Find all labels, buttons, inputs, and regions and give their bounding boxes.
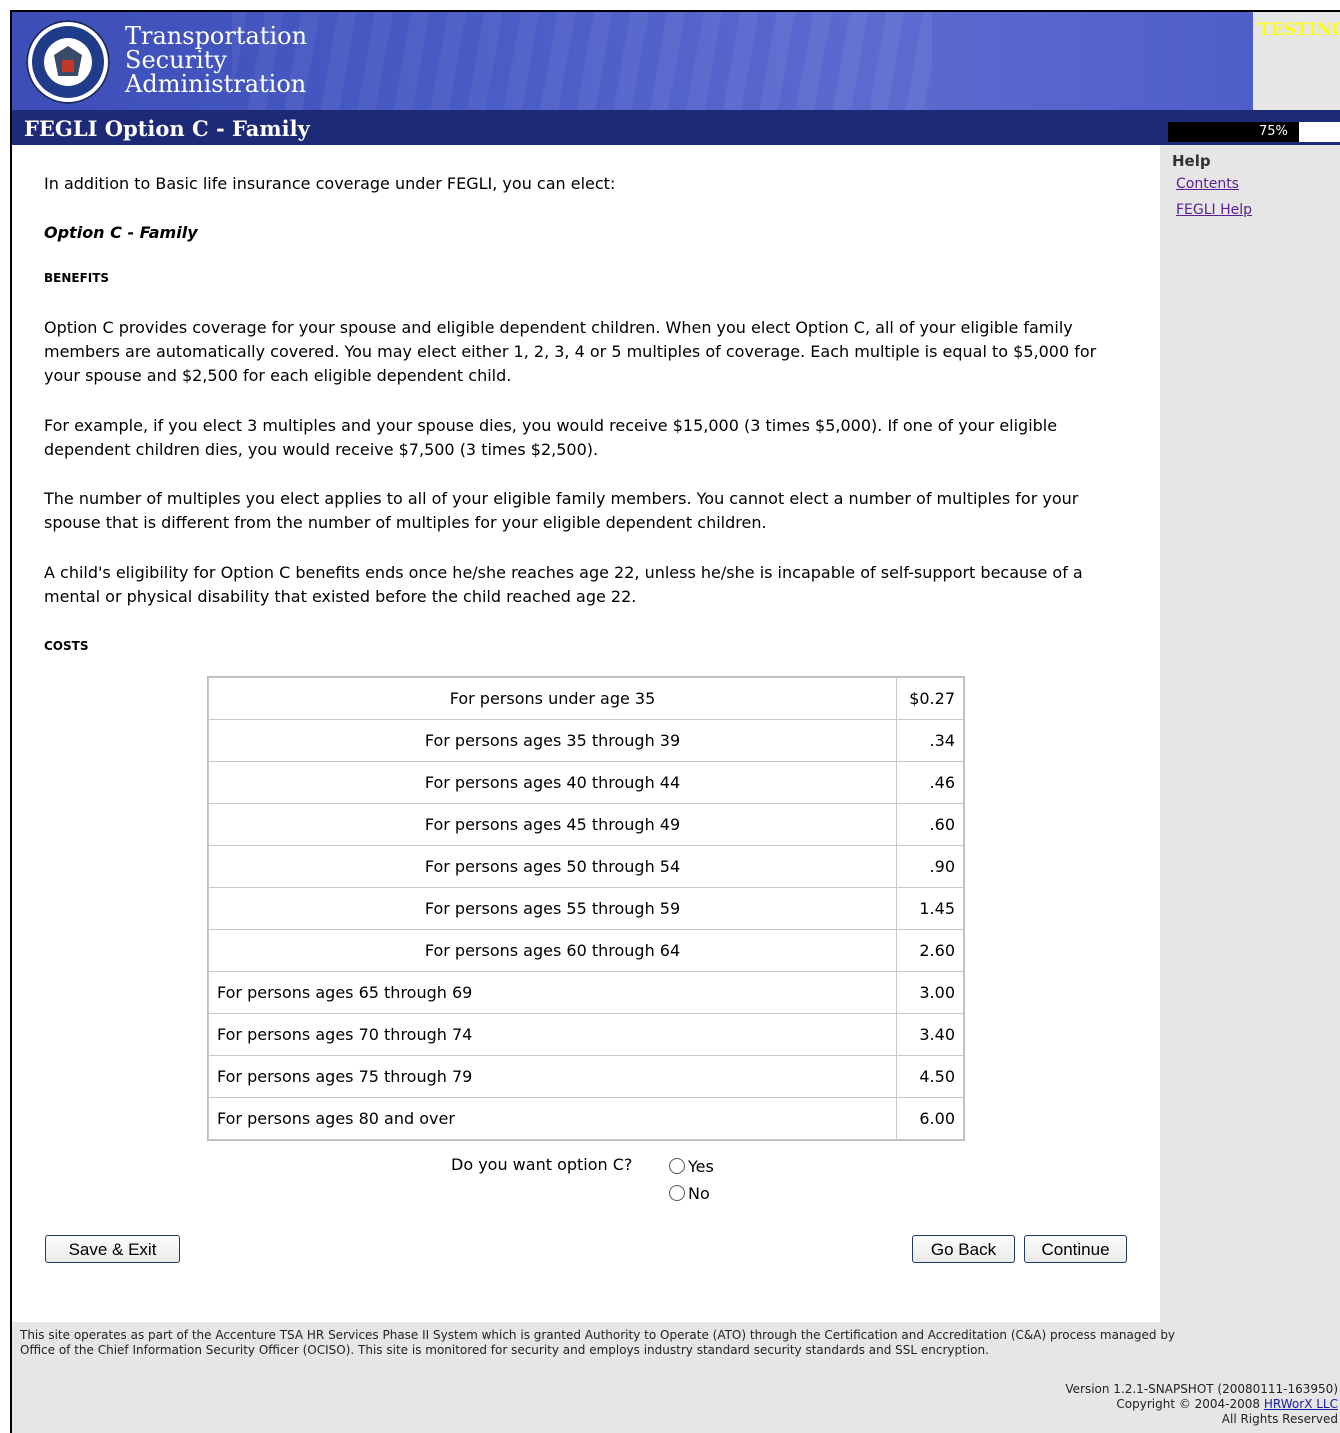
cost-row: For persons ages 55 through 59 1.45 bbox=[209, 888, 963, 929]
cost-row: For persons ages 70 through 74 3.40 bbox=[209, 1014, 963, 1055]
cost-value: 6.00 bbox=[897, 1098, 963, 1139]
intro-text: In addition to Basic life insurance cove… bbox=[44, 174, 616, 193]
cost-row: For persons ages 40 through 44.46 bbox=[209, 762, 963, 803]
radio-yes-label: Yes bbox=[688, 1157, 714, 1176]
agency-name: Transportation Security Administration bbox=[125, 24, 307, 96]
cost-row: For persons ages 80 and over 6.00 bbox=[209, 1098, 963, 1139]
cost-value: .34 bbox=[897, 720, 963, 761]
go-back-button[interactable]: Go Back bbox=[912, 1235, 1015, 1263]
help-heading: Help bbox=[1172, 152, 1211, 170]
radio-yes-circle[interactable] bbox=[669, 1158, 685, 1174]
cost-row: For persons ages 35 through 39.34 bbox=[209, 720, 963, 761]
cost-row: For persons ages 65 through 69 3.00 bbox=[209, 972, 963, 1013]
version-info: Version 1.2.1-SNAPSHOT (20080111-163950)… bbox=[1065, 1382, 1338, 1427]
cost-value: 4.50 bbox=[897, 1056, 963, 1097]
radio-no[interactable]: No bbox=[669, 1184, 710, 1203]
benefits-heading: BENEFITS bbox=[44, 271, 110, 285]
cost-value: .60 bbox=[897, 804, 963, 845]
version-text: Version 1.2.1-SNAPSHOT (20080111-163950) bbox=[1065, 1382, 1338, 1396]
cost-label: For persons ages 65 through 69 bbox=[209, 972, 896, 1013]
cost-value: $0.27 bbox=[897, 678, 963, 719]
cost-label: For persons ages 75 through 79 bbox=[209, 1056, 896, 1097]
cost-label: For persons ages 35 through 39 bbox=[209, 720, 896, 761]
costs-table: For persons under age 35 $0.27 For persons… bbox=[207, 676, 965, 1141]
cost-value: 2.60 bbox=[897, 930, 963, 971]
benefits-paragraph-2: For example, if you elect 3 multiples an… bbox=[44, 416, 1058, 459]
cost-label: For persons ages 80 and over bbox=[209, 1098, 896, 1139]
flag-background bbox=[232, 12, 932, 110]
help-link-fegli[interactable]: FEGLI Help bbox=[1176, 202, 1252, 218]
benefits-paragraph-3: The number of multiples you elect applie… bbox=[44, 489, 1079, 532]
cost-row: For persons ages 75 through 79 4.50 bbox=[209, 1056, 963, 1097]
cost-label: For persons ages 45 through 49 bbox=[209, 804, 896, 845]
company-link[interactable]: HRWorX LLC bbox=[1264, 1397, 1338, 1411]
cost-label: For persons ages 40 through 44 bbox=[209, 762, 896, 803]
cost-label: For persons ages 55 through 59 bbox=[209, 888, 896, 929]
radio-no-label: No bbox=[688, 1184, 710, 1203]
cost-row: For persons under age 35 $0.27 bbox=[209, 678, 963, 719]
radio-no-circle[interactable] bbox=[669, 1185, 685, 1201]
copyright-label: Copyright © 2004-2008 bbox=[1116, 1397, 1264, 1411]
cost-label: For persons under age 35 bbox=[209, 678, 896, 719]
cost-row: For persons ages 45 through 49.60 bbox=[209, 804, 963, 845]
option-c-question: Do you want option C? bbox=[451, 1155, 633, 1174]
page-title: FEGLI Option C - Family bbox=[24, 116, 310, 141]
agency-line-3: Administration bbox=[125, 70, 307, 98]
cost-label: For persons ages 70 through 74 bbox=[209, 1014, 896, 1055]
rights-text: All Rights Reserved bbox=[1221, 1412, 1338, 1426]
security-notice: This site operates as part of the Accent… bbox=[20, 1328, 1340, 1358]
cost-value: 1.45 bbox=[897, 888, 963, 929]
security-notice-line-1: This site operates as part of the Accent… bbox=[20, 1328, 1176, 1342]
help-panel: Help Contents FEGLI Help bbox=[1172, 152, 1252, 218]
benefits-paragraph-1: Option C provides coverage for your spou… bbox=[44, 318, 1097, 385]
save-exit-button[interactable]: Save & Exit bbox=[45, 1235, 180, 1263]
help-link-contents[interactable]: Contents bbox=[1176, 176, 1252, 192]
copyright-text: Copyright © 2004-2008 HRWorX LLC bbox=[1065, 1397, 1338, 1412]
continue-button[interactable]: Continue bbox=[1024, 1235, 1127, 1263]
dhs-seal-icon bbox=[26, 20, 110, 104]
security-notice-line-2: Office of the Chief Information Security… bbox=[20, 1343, 989, 1357]
cost-row: For persons ages 50 through 54.90 bbox=[209, 846, 963, 887]
header-banner: Transportation Security Administration bbox=[12, 12, 1253, 110]
testing-label: TESTING bbox=[1258, 20, 1340, 40]
option-title: Option C - Family bbox=[44, 223, 198, 242]
cost-value: 3.00 bbox=[897, 972, 963, 1013]
progress-bar: 75% bbox=[1168, 122, 1340, 142]
agency-line-1: Transportation bbox=[125, 22, 308, 50]
radio-yes[interactable]: Yes bbox=[669, 1157, 714, 1176]
cost-value: .46 bbox=[897, 762, 963, 803]
benefits-paragraph-4: A child's eligibility for Option C benef… bbox=[44, 563, 1083, 606]
costs-heading: COSTS bbox=[44, 639, 89, 653]
progress-label: 75% bbox=[1259, 124, 1288, 139]
cost-value: .90 bbox=[897, 846, 963, 887]
cost-label: For persons ages 60 through 64 bbox=[209, 930, 896, 971]
cost-row: For persons ages 60 through 64 2.60 bbox=[209, 930, 963, 971]
page-frame: Transportation Security Administration T… bbox=[10, 10, 1340, 1433]
agency-line-2: Security bbox=[125, 46, 227, 74]
cost-value: 3.40 bbox=[897, 1014, 963, 1055]
cost-label: For persons ages 50 through 54 bbox=[209, 846, 896, 887]
